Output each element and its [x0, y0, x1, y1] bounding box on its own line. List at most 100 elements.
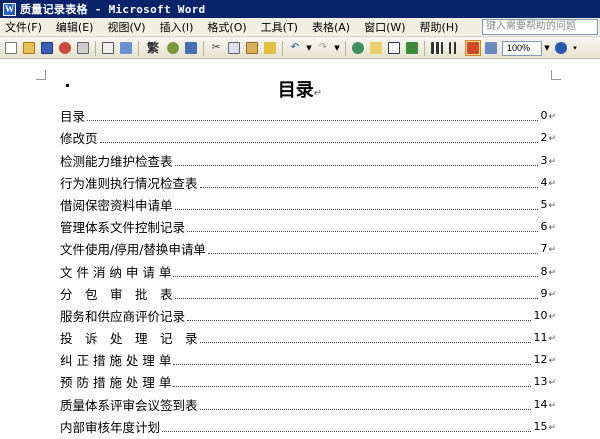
menu-format[interactable]: 格式(O) — [200, 19, 253, 35]
toolbar-separator — [203, 40, 204, 56]
toc-entry-title: 纠 正 措 施 处 理 单 — [60, 353, 172, 369]
menu-help[interactable]: 帮助(H) — [413, 19, 466, 35]
spelling-icon[interactable] — [118, 40, 134, 56]
paragraph-mark: ↵ — [548, 156, 556, 167]
drawing-icon[interactable] — [447, 40, 463, 56]
toolbar-options-icon[interactable]: ▾ — [570, 41, 580, 56]
toc-entry[interactable]: 检测能力维护检查表 3↵ — [60, 148, 556, 170]
toc-entry-title: 检测能力维护检查表 — [60, 153, 173, 169]
open-folder-icon[interactable] — [21, 40, 37, 56]
paragraph-mark: ↵ — [548, 356, 556, 367]
paragraph-mark: ↵ — [548, 267, 556, 278]
columns-icon[interactable] — [429, 40, 445, 56]
hyperlink-icon[interactable] — [350, 40, 366, 56]
paragraph-mark: ↵ — [548, 422, 556, 433]
menu-insert[interactable]: 插入(I) — [153, 19, 201, 35]
leader-dots — [199, 186, 539, 188]
traditional-chinese-icon[interactable]: 繁 — [143, 40, 163, 56]
paragraph-mark: ↵ — [548, 112, 556, 123]
toc-page-number: 5 — [540, 197, 548, 211]
toolbar-separator — [138, 40, 139, 56]
toc-entry-title: 文 件 消 纳 申 请 单 — [60, 264, 172, 280]
toc-entry[interactable]: 修改页 2↵ — [60, 126, 556, 148]
toc-page-number: 10 — [533, 308, 548, 322]
toc-entry[interactable]: 管理体系文件控制记录 6↵ — [60, 215, 556, 237]
leader-dots — [174, 164, 539, 166]
research-icon[interactable] — [165, 40, 181, 56]
show-hide-icon[interactable] — [483, 40, 499, 56]
copy-icon[interactable] — [226, 40, 242, 56]
insert-excel-icon[interactable] — [404, 40, 420, 56]
toc-entry[interactable]: 借阅保密资料申请单 5↵ — [60, 193, 556, 215]
menu-edit[interactable]: 编辑(E) — [49, 19, 101, 35]
toc-entry[interactable]: 服务和供应商评价记录 10↵ — [60, 304, 556, 326]
toc-entry[interactable]: 分 包 审 批 表 9↵ — [60, 282, 556, 304]
toc-page-number: 6 — [540, 220, 548, 234]
menu-table[interactable]: 表格(A) — [305, 19, 357, 35]
toc-entry[interactable]: 目录 0↵ — [60, 104, 556, 126]
word-icon[interactable]: W — [3, 2, 16, 16]
toc-entry-title: 修改页 — [60, 131, 98, 147]
toc-page-number: 9 — [540, 286, 548, 300]
toolbar-separator — [282, 40, 283, 56]
toc-page-number: 14 — [533, 397, 548, 411]
toc-entry[interactable]: 文 件 消 纳 申 请 单 8↵ — [60, 259, 556, 281]
print-icon[interactable] — [75, 40, 91, 56]
menu-view[interactable]: 视图(V) — [100, 19, 152, 35]
undo-icon[interactable]: ↶ — [287, 40, 303, 56]
title-bar: W 质量记录表格 - Microsoft Word — [0, 0, 600, 18]
toc-entry-title: 预 防 措 施 处 理 单 — [60, 375, 172, 391]
paragraph-mark: ↵ — [548, 289, 556, 300]
toc-entry[interactable]: 文件使用/停用/替换申请单 7↵ — [60, 237, 556, 259]
tables-borders-icon[interactable] — [368, 40, 384, 56]
document-map-icon[interactable] — [465, 40, 481, 56]
zoom-select[interactable]: 100% — [502, 40, 542, 56]
help-search-input[interactable]: 键入需要帮助的问题 — [482, 19, 598, 35]
redo-icon[interactable]: ↷ — [315, 40, 331, 56]
new-document-icon[interactable] — [3, 40, 19, 56]
toc-page-number: 11 — [533, 331, 548, 345]
paragraph-mark: ↵ — [548, 334, 556, 345]
toolbar-separator — [424, 40, 425, 56]
menu-window[interactable]: 窗口(W) — [357, 19, 412, 35]
toc-page-number: 0 — [540, 109, 548, 123]
toc-entry[interactable]: 纠 正 措 施 处 理 单 12↵ — [60, 348, 556, 370]
toc-entry[interactable]: 预 防 措 施 处 理 单 13↵ — [60, 370, 556, 392]
thesaurus-icon[interactable] — [183, 40, 199, 56]
leader-dots — [187, 231, 539, 233]
toc-entry[interactable]: 行为准则执行情况检查表 4↵ — [60, 171, 556, 193]
print-preview-icon[interactable] — [100, 40, 116, 56]
redo-dropdown-icon[interactable]: ▼ — [332, 41, 342, 56]
cut-icon[interactable]: ✂ — [208, 40, 224, 56]
format-painter-icon[interactable] — [262, 40, 278, 56]
save-icon[interactable] — [39, 40, 55, 56]
toc-page-number: 12 — [533, 353, 548, 367]
toc-entry-title: 分 包 审 批 表 — [60, 286, 173, 302]
leader-dots — [187, 319, 532, 321]
leader-dots — [199, 342, 532, 344]
toc-entry-title: 质量体系评审会议签到表 — [60, 397, 198, 413]
document-page[interactable]: 目录↵ 目录 0↵ 修改页 2↵ 检测能力维护检查表 3↵ 行为准则执行情况检查… — [0, 60, 600, 439]
permission-icon[interactable] — [57, 40, 73, 56]
zoom-dropdown-icon[interactable]: ▼ — [542, 41, 552, 56]
toc-entry-title: 目录 — [60, 109, 86, 125]
help-icon[interactable] — [553, 40, 569, 56]
menu-tools[interactable]: 工具(T) — [254, 19, 305, 35]
toc-entry[interactable]: 投 诉 处 理 记 录 11↵ — [60, 326, 556, 348]
toc-entry-title: 文件使用/停用/替换申请单 — [60, 242, 206, 258]
leader-dots — [174, 208, 539, 210]
leader-dots — [162, 430, 532, 432]
leader-dots — [173, 364, 532, 366]
menu-file[interactable]: 文件(F) — [0, 19, 49, 35]
window-title: 质量记录表格 - Microsoft Word — [20, 3, 206, 16]
paragraph-mark: ↵ — [313, 88, 323, 99]
undo-dropdown-icon[interactable]: ▼ — [304, 41, 314, 56]
paragraph-mark: ↵ — [548, 378, 556, 389]
toc-entry[interactable]: 质量体系评审会议签到表 14↵ — [60, 392, 556, 414]
insert-table-icon[interactable] — [386, 40, 402, 56]
paragraph-mark: ↵ — [548, 134, 556, 145]
toc-page-number: 3 — [540, 153, 548, 167]
paste-icon[interactable] — [244, 40, 260, 56]
toc-entry[interactable]: 内部审核年度计划 15↵ — [60, 415, 556, 437]
standard-toolbar: 繁 ✂ ↶ ▼ ↷ ▼ 100% ▼ ▾ — [0, 38, 600, 59]
